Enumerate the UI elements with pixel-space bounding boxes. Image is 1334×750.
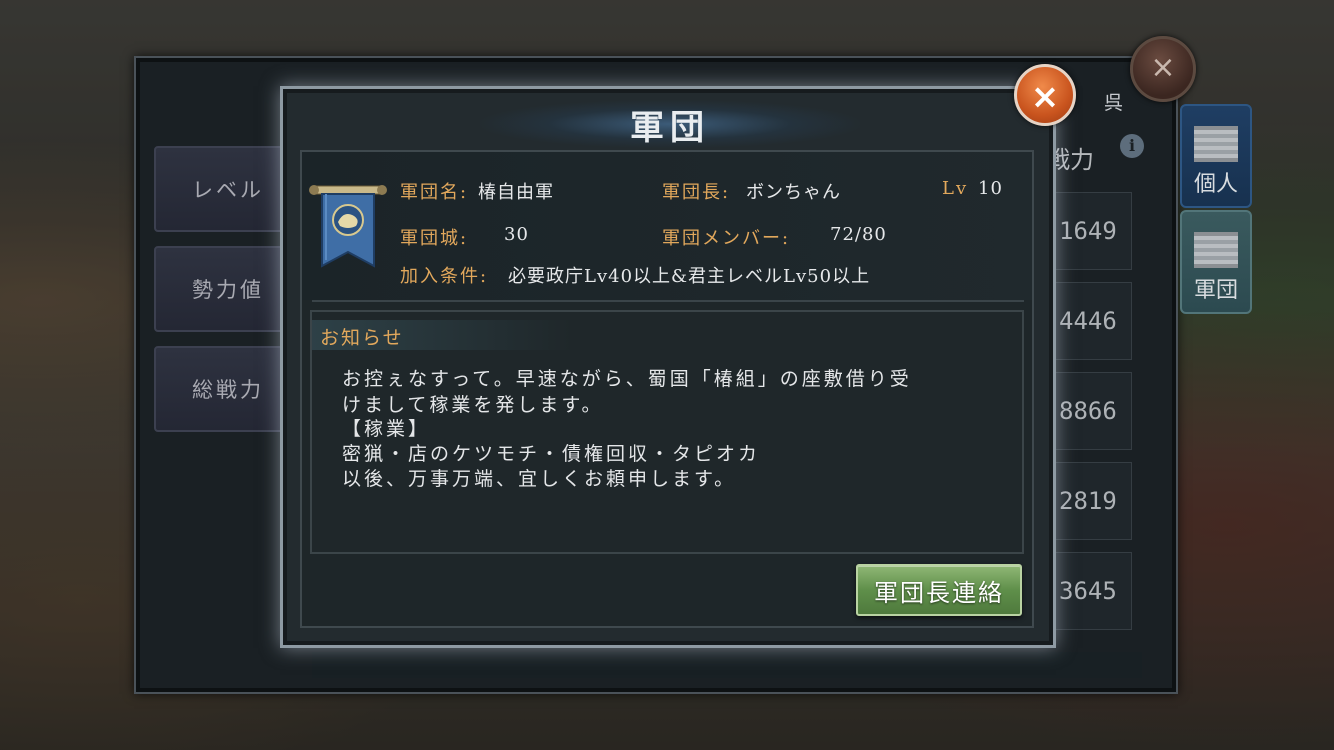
tab-level[interactable]: レベル bbox=[154, 146, 284, 232]
notice-line: けまして稼業を発します。 bbox=[342, 394, 604, 416]
rank-value-cell: 8866 bbox=[1046, 372, 1132, 450]
join-condition-value: 必要政庁Lv40以上&君主レベルLv50以上 bbox=[508, 266, 871, 287]
contact-leader-button[interactable]: 軍団長連絡 bbox=[856, 564, 1022, 616]
notice-line: 【稼業】 bbox=[342, 418, 431, 440]
tab-total-power[interactable]: 総戦力 bbox=[154, 346, 284, 432]
dialog-title: 軍団 bbox=[630, 108, 710, 148]
members-value: 72/80 bbox=[830, 224, 887, 245]
close-button[interactable]: × bbox=[1014, 64, 1076, 126]
scroll-icon bbox=[1194, 232, 1238, 268]
rank-value-cell: 2819 bbox=[1046, 462, 1132, 540]
castle-label: 軍団城: bbox=[400, 228, 469, 249]
kingdom-filter-label[interactable]: 呉 bbox=[1104, 88, 1123, 115]
legion-name-label: 軍団名: bbox=[400, 182, 469, 203]
info-icon[interactable]: i bbox=[1120, 134, 1144, 158]
info-divider bbox=[312, 300, 1024, 302]
notice-title: お知らせ bbox=[320, 327, 404, 349]
tab-personal[interactable]: 個人 bbox=[1180, 104, 1252, 208]
castle-value: 30 bbox=[504, 224, 529, 245]
close-icon: × bbox=[1030, 77, 1060, 117]
tab-influence[interactable]: 勢力値 bbox=[154, 246, 284, 332]
rank-value-cell: 3645 bbox=[1046, 552, 1132, 630]
leader-label: 軍団長: bbox=[662, 182, 731, 203]
leader-value: ボンちゃん bbox=[746, 182, 841, 203]
tab-legion[interactable]: 軍団 bbox=[1180, 210, 1252, 314]
ranking-close-button[interactable]: × bbox=[1130, 36, 1196, 102]
tab-personal-label: 個人 bbox=[1193, 172, 1238, 197]
level-label: Lv bbox=[942, 178, 969, 199]
join-condition-label: 加入条件: bbox=[400, 266, 489, 287]
legion-banner-icon bbox=[309, 185, 387, 268]
tab-legion-label: 軍団 bbox=[1193, 278, 1238, 303]
scroll-icon bbox=[1194, 126, 1238, 162]
rank-value-cell: 4446 bbox=[1046, 282, 1132, 360]
legion-name-value: 椿自由軍 bbox=[478, 182, 554, 203]
rank-value-cell: 1649 bbox=[1046, 192, 1132, 270]
notice-line: 密猟・店のケツモチ・債権回収・タピオカ bbox=[342, 443, 761, 465]
notice-line: 以後、万事万端、宜しくお頼申します。 bbox=[342, 468, 737, 490]
members-label: 軍団メンバー: bbox=[662, 228, 791, 249]
notice-line: お控ぇなすって。早速ながら、蜀国「椿組」の座敷借り受 bbox=[342, 368, 912, 390]
level-value: 10 bbox=[978, 178, 1003, 199]
ranking-row-partial bbox=[312, 652, 1142, 678]
